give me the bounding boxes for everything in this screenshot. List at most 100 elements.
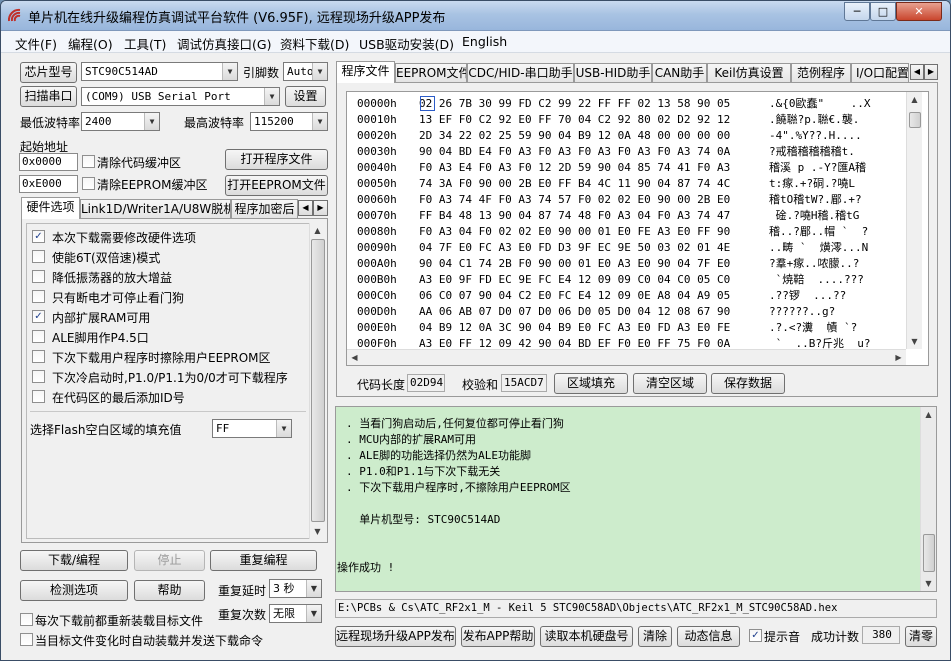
port-select[interactable]: (COM9) USB Serial Port ▼ [81,87,280,106]
min-baud-select[interactable]: 2400 ▼ [81,112,160,131]
reset-count-button[interactable]: 清零 [905,626,937,647]
beep-checkbox[interactable]: ✓ [749,629,762,642]
scroll-left-icon[interactable]: ◀ [347,350,362,365]
option-checkbox-ale[interactable] [32,330,45,343]
scroll-up-icon[interactable]: ▲ [907,92,922,107]
auto-reload-checkbox[interactable] [20,633,33,646]
tab-scroll-left-icon[interactable]: ◀ [910,64,924,80]
clear-region-button[interactable]: 清空区域 [633,373,707,394]
scroll-up-icon[interactable]: ▲ [310,223,325,238]
menu-program[interactable]: 编程(O) [68,34,113,53]
check-options-button[interactable]: 检测选项 [20,580,128,601]
hex-bytes: 74 3A F0 90 00 2B E0 FF B4 4C 11 90 04 8… [419,177,731,190]
read-disk-id-button[interactable]: 读取本机硬盘号 [540,626,633,647]
repeat-program-button[interactable]: 重复编程 [210,550,317,571]
log-line: . MCU内部的扩展RAM可用 [346,433,476,446]
code-length-label: 代码长度 [357,378,406,392]
stop-button[interactable]: 停止 [134,550,205,571]
checksum-value: 15ACD7 [501,374,547,392]
minimize-button[interactable]: ─ [844,2,870,21]
option-checkbox-6t[interactable] [32,250,45,263]
clear-log-button[interactable]: 清除 [638,626,672,647]
scroll-down-icon[interactable]: ▼ [310,524,325,539]
maximize-button[interactable]: □ [870,2,896,21]
tab-usb-hid[interactable]: USB-HID助手 [574,63,652,83]
repeat-count-select[interactable]: 无限 ▼ [269,604,322,623]
publish-app-help-button[interactable]: 发布APP帮助 [461,626,535,647]
tab-offline-programmer[interactable]: Link1D/Writer1A/U8W脱机 [80,199,231,219]
open-program-file-button[interactable]: 打开程序文件 [225,149,328,170]
flash-fill-select[interactable]: FF ▼ [212,419,292,438]
pin-count-select[interactable]: Auto ▼ [283,62,328,81]
scroll-down-icon[interactable]: ▼ [921,576,936,591]
window-title: 单片机在线升级编程仿真调试平台软件 (V6.95F), 远程现场升级APP发布 [28,11,446,26]
tab-cdc-hid-serial[interactable]: CDC/HID-串口助手 [467,63,574,83]
fill-region-button[interactable]: 区域填充 [554,373,628,394]
success-count-label: 成功计数 [811,630,860,644]
option-checkbox-osc-gain[interactable] [32,270,45,283]
tab-scroll-right-icon[interactable]: ▶ [313,200,328,216]
tab-can[interactable]: CAN助手 [652,63,707,83]
scroll-up-icon[interactable]: ▲ [921,407,936,422]
scrollbar-thumb[interactable] [311,239,325,522]
menu-file[interactable]: 文件(F) [15,34,57,53]
close-button[interactable]: ✕ [896,2,942,21]
remote-upgrade-publish-button[interactable]: 远程现场升级APP发布 [335,626,456,647]
output-log[interactable]: . 当看门狗启动后,任何复位都可停止看门狗 . MCU内部的扩展RAM可用 . AL… [335,406,937,592]
option-checkbox-erase-eeprom[interactable] [32,350,45,363]
menu-debug-interface[interactable]: 调试仿真接口(G) [177,34,271,53]
scroll-down-icon[interactable]: ▼ [907,334,922,349]
menu-tools[interactable]: 工具(T) [124,34,166,53]
option-checkbox-add-id[interactable] [32,390,45,403]
tab-hardware-options[interactable]: 硬件选项 [21,197,80,219]
open-eeprom-file-button[interactable]: 打开EEPROM文件 [225,175,328,196]
hardware-options-panel: ✓ 本次下载需要修改硬件选项 使能6T(双倍速)模式 降低振荡器的放大增益 只有… [21,218,328,543]
hex-address: 000A0h [357,257,397,270]
menu-english[interactable]: English [462,34,507,49]
tab-scroll-left-icon[interactable]: ◀ [298,200,313,216]
max-baud-select[interactable]: 115200 ▼ [250,112,328,131]
option-checkbox-ext-ram[interactable]: ✓ [32,310,45,323]
scroll-right-icon[interactable]: ▶ [891,350,906,365]
chip-model-select[interactable]: STC90C514AD ▼ [81,62,238,81]
scan-port-button[interactable]: 扫描串口 [20,86,77,107]
tab-program-encrypt[interactable]: 程序加密后 [231,199,298,219]
hex-bytes: 13 EF F0 C2 92 E0 FF 70 04 C2 92 80 02 D… [419,113,731,126]
eeprom-start-address-input[interactable]: 0xE000 [19,175,78,193]
clear-eeprom-buffer-checkbox[interactable] [82,177,95,190]
tab-program-file[interactable]: 程序文件 [336,61,395,83]
tab-keil-sim[interactable]: Keil仿真设置 [707,63,791,83]
hex-hscrollbar[interactable]: ◀ ▶ [347,349,906,365]
hex-ascii: 碒.?嘵H稽.稽tG [769,209,860,222]
help-button[interactable]: 帮助 [134,580,205,601]
menu-usb-driver[interactable]: USB驱动安装(D) [359,34,454,53]
hex-ascii: `焼鞛 ....??? [769,273,864,286]
chevron-down-icon: ▼ [312,63,327,80]
options-scrollbar[interactable]: ▲ ▼ [309,223,325,539]
repeat-delay-select[interactable]: 3 秒 ▼ [269,579,322,598]
option-checkbox-modify-hw[interactable]: ✓ [32,230,45,243]
tab-scroll-right-icon[interactable]: ▶ [924,64,938,80]
tab-io-config[interactable]: I/O口配置 [851,63,909,83]
tab-eeprom-file[interactable]: EEPROM文件 [395,63,467,83]
menu-downloads[interactable]: 资料下载(D) [280,34,349,53]
chevron-down-icon: ▼ [276,420,291,437]
download-program-button[interactable]: 下载/编程 [20,550,128,571]
auto-reload-label: 当目标文件变化时自动装载并发送下载命令 [35,634,264,648]
tab-examples[interactable]: 范例程序 [791,63,851,83]
option-checkbox-cold-start[interactable] [32,370,45,383]
code-start-address-input[interactable]: 0x0000 [19,153,78,171]
dynamic-info-button[interactable]: 动态信息 [677,626,740,647]
repeat-delay-label: 重复延时 [218,584,267,598]
scrollbar-thumb[interactable] [923,534,935,572]
reload-before-download-checkbox[interactable] [20,613,33,626]
clear-code-buffer-checkbox[interactable] [82,155,95,168]
log-scrollbar[interactable]: ▲ ▼ [920,407,936,591]
scrollbar-thumb[interactable] [909,112,921,128]
settings-button[interactable]: 设置 [285,86,326,107]
chip-model-button[interactable]: 芯片型号 [20,62,77,83]
max-baud-label: 最高波特率 [184,116,245,130]
option-checkbox-watchdog[interactable] [32,290,45,303]
hex-vscrollbar[interactable]: ▲ ▼ [906,92,922,349]
save-data-button[interactable]: 保存数据 [711,373,785,394]
